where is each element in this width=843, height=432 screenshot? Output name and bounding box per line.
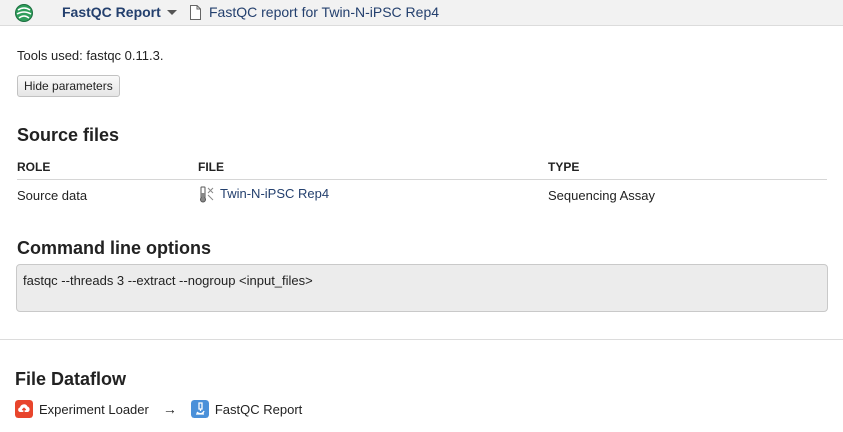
section-divider	[0, 339, 843, 340]
source-files-table: ROLE FILE TYPE Source data Twin-N-iPSC R…	[17, 156, 827, 210]
test-tube-icon	[200, 186, 214, 202]
source-files-heading: Source files	[17, 125, 120, 145]
app-menu-label: FastQC Report	[62, 4, 161, 20]
cloud-upload-icon	[15, 400, 33, 418]
caret-down-icon	[166, 9, 177, 15]
table-row: Source data Twin-N-iPSC Rep4 Sequencing …	[17, 180, 827, 210]
document-breadcrumb[interactable]: FastQC report for Twin-N-iPSC Rep4	[190, 4, 439, 20]
table-header: ROLE FILE TYPE	[17, 156, 827, 180]
document-icon	[190, 4, 201, 20]
cell-file: Twin-N-iPSC Rep4	[198, 185, 548, 206]
top-bar: FastQC Report FastQC report for Twin-N-i…	[0, 0, 843, 26]
command-line-box: fastqc --threads 3 --extract --nogroup <…	[16, 264, 828, 312]
dataflow-source-label[interactable]: Experiment Loader	[39, 402, 149, 417]
document-title: FastQC report for Twin-N-iPSC Rep4	[209, 4, 440, 20]
command-line-heading: Command line options	[17, 238, 212, 258]
cell-role: Source data	[17, 187, 88, 203]
dataflow-target-label[interactable]: FastQC Report	[215, 402, 302, 417]
tools-used-text: Tools used: fastqc 0.11.3.	[17, 48, 164, 63]
hide-parameters-button[interactable]: Hide parameters	[17, 75, 120, 97]
column-header-type: TYPE	[548, 160, 580, 174]
column-header-file: FILE	[198, 160, 224, 174]
file-link[interactable]: Twin-N-iPSC Rep4	[198, 185, 329, 203]
app-menu-dropdown[interactable]: FastQC Report	[62, 4, 177, 20]
dataflow-row: Experiment Loader → FastQC Report	[15, 400, 302, 418]
arrow-right-icon: →	[162, 401, 177, 417]
cell-type: Sequencing Assay	[548, 187, 655, 203]
file-link-label: Twin-N-iPSC Rep4	[220, 186, 330, 201]
microscope-icon	[190, 400, 209, 418]
globe-logo-icon[interactable]	[14, 3, 34, 23]
file-dataflow-heading: File Dataflow	[15, 369, 127, 389]
column-header-role: ROLE	[17, 160, 51, 174]
